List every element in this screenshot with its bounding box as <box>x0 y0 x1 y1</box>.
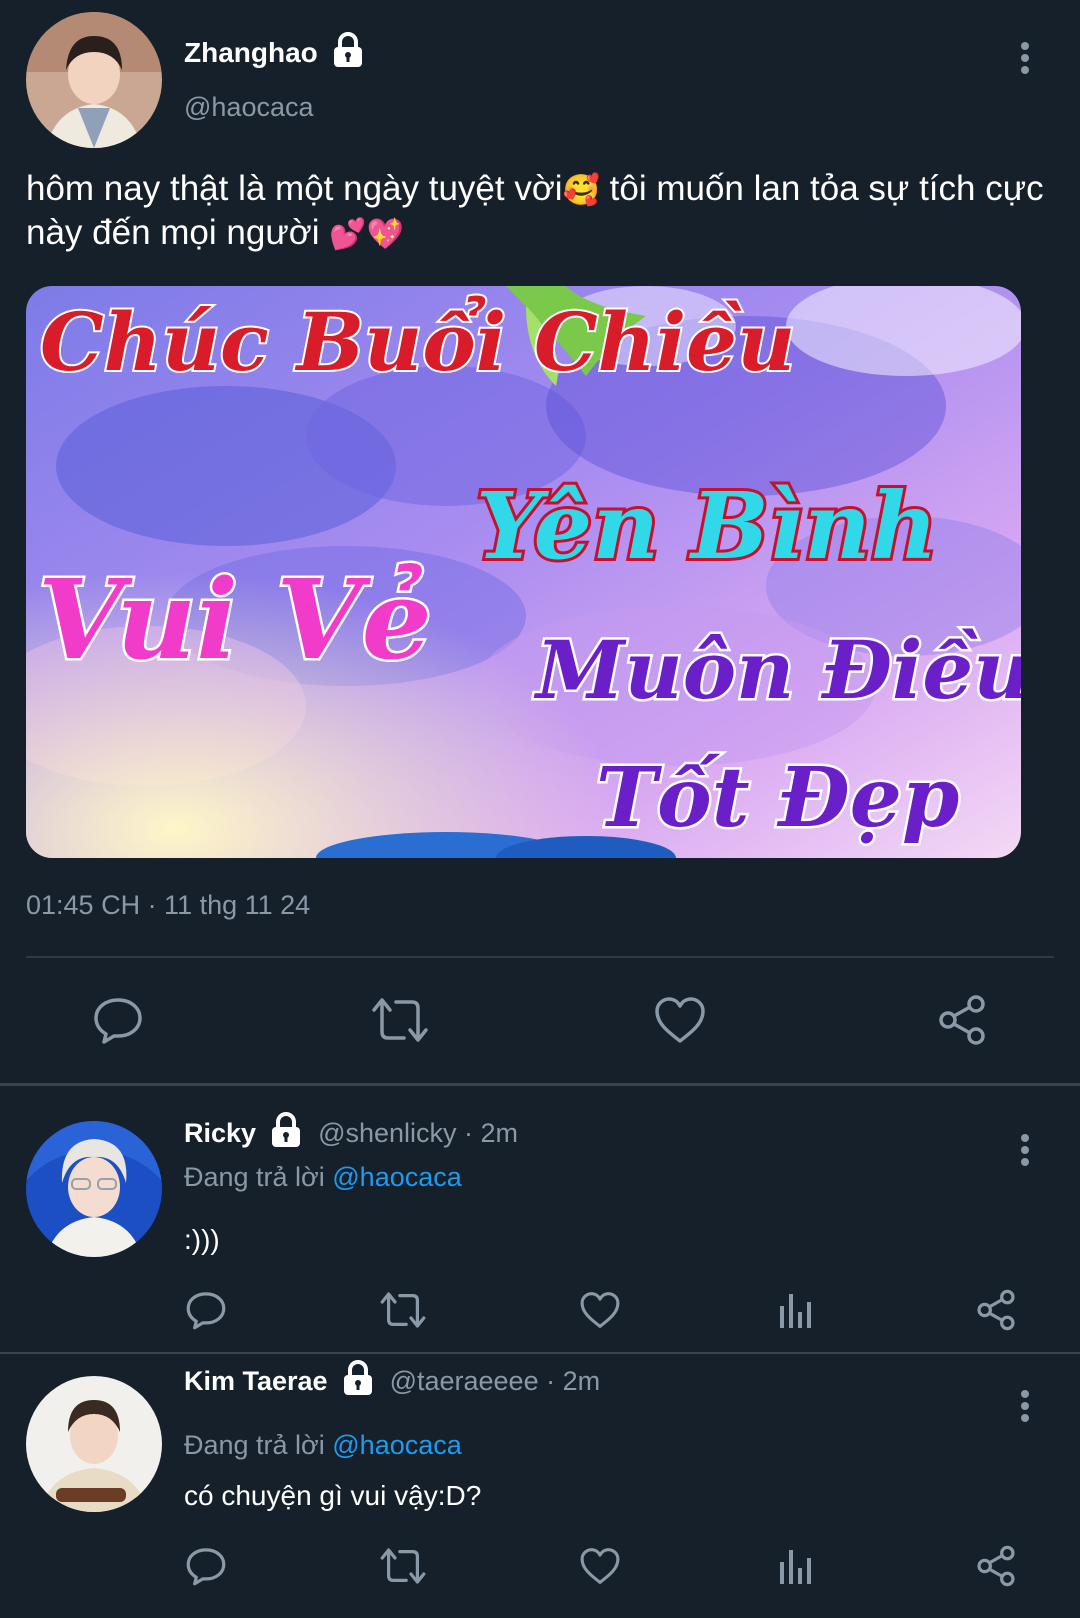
media-line2: Yên Bình <box>476 472 938 580</box>
avatar[interactable] <box>26 12 162 148</box>
share-button[interactable] <box>972 1286 1020 1334</box>
tweet-timestamp[interactable]: 01:45 CH · 11 thg 11 24 <box>26 890 310 921</box>
reply-handle-time[interactable]: @taeraeeee · 2m <box>390 1366 601 1397</box>
tweet-image[interactable]: Chúc Buổi Chiều Yên Bình Vui Vẻ Muôn Điề… <box>26 286 1021 858</box>
reply-icon <box>94 998 142 1044</box>
media-line1: Chúc Buổi Chiều <box>40 294 795 389</box>
reply-display-name[interactable]: Kim Taerae <box>184 1366 328 1397</box>
avatar[interactable] <box>26 1376 162 1512</box>
main-tweet: Zhanghao @haocaca hôm nay thật là một ng… <box>0 0 1080 1085</box>
share-button[interactable] <box>972 1542 1020 1590</box>
reply-tweet[interactable]: Ricky @shenlicky · 2m Đang trả lời @haoc… <box>0 1086 1080 1352</box>
media-line4: Muôn Điều <box>533 623 1021 717</box>
lock-icon <box>328 30 368 75</box>
author-handle[interactable]: @haocaca <box>184 92 314 123</box>
analytics-icon <box>780 1294 811 1328</box>
retweet-icon <box>380 1548 426 1584</box>
reply-tweet[interactable]: Kim Taerae @taeraeeee · 2m Đang trả lời … <box>0 1354 1080 1618</box>
reply-icon <box>186 1548 226 1586</box>
retweet-button[interactable] <box>378 1286 428 1334</box>
mention-link[interactable]: @haocaca <box>332 1162 462 1192</box>
reply-icon <box>186 1292 226 1330</box>
divider <box>26 956 1054 958</box>
tweet-actions <box>0 990 1080 1050</box>
reply-button[interactable] <box>182 1542 230 1590</box>
lock-icon <box>266 1110 306 1157</box>
author-display-name[interactable]: Zhanghao <box>184 37 318 69</box>
retweet-icon <box>380 1292 426 1328</box>
retweet-button[interactable] <box>378 1542 428 1590</box>
media-line3: Vui Vẻ <box>38 555 432 684</box>
lock-icon <box>338 1358 378 1405</box>
tweet-text: hôm nay thật là một ngày tuyệt vời🥰 tôi … <box>26 168 1056 256</box>
like-button[interactable] <box>650 990 710 1050</box>
share-icon <box>977 1289 1015 1331</box>
share-button[interactable] <box>932 990 992 1050</box>
reply-text: :))) <box>184 1224 220 1255</box>
reply-button[interactable] <box>182 1286 230 1334</box>
retweet-button[interactable] <box>368 990 432 1050</box>
media-line5: Tốt Đẹp <box>596 750 959 846</box>
analytics-button[interactable] <box>772 1286 820 1334</box>
reply-button[interactable] <box>88 990 148 1050</box>
more-icon[interactable] <box>1010 1130 1040 1170</box>
tweet-text-part1: hôm nay thật là một ngày tuyệt vời <box>26 169 563 208</box>
reply-header: Kim Taerae @taeraeeee · 2m <box>184 1358 600 1405</box>
mention-link[interactable]: @haocaca <box>332 1430 462 1460</box>
more-icon[interactable] <box>1010 1386 1040 1426</box>
replying-to: Đang trả lời @haocaca <box>184 1430 462 1461</box>
like-button[interactable] <box>576 1542 624 1590</box>
reply-display-name[interactable]: Ricky <box>184 1118 256 1149</box>
share-icon <box>977 1545 1015 1587</box>
smiling-face-hearts-icon: 🥰 <box>562 173 600 208</box>
replying-to: Đang trả lời @haocaca <box>184 1162 462 1193</box>
avatar[interactable] <box>26 1121 162 1257</box>
reply-text: có chuyện gì vui vậy:D? <box>184 1480 482 1511</box>
replying-prefix: Đang trả lời <box>184 1162 333 1192</box>
like-button[interactable] <box>576 1286 624 1334</box>
tweet-detail-page: Zhanghao @haocaca hôm nay thật là một ng… <box>0 0 1080 1618</box>
analytics-icon <box>780 1550 811 1584</box>
retweet-icon <box>372 998 428 1042</box>
reply-handle-time[interactable]: @shenlicky · 2m <box>318 1118 518 1149</box>
like-icon <box>580 1292 620 1328</box>
analytics-button[interactable] <box>772 1542 820 1590</box>
share-icon <box>939 995 985 1045</box>
more-icon[interactable] <box>1010 38 1040 78</box>
hearts-icon: 💕💖 <box>329 217 404 252</box>
author-name-row: Zhanghao <box>184 30 368 75</box>
reply-header: Ricky @shenlicky · 2m <box>184 1110 518 1157</box>
like-icon <box>580 1548 620 1584</box>
like-icon <box>655 997 705 1043</box>
replying-prefix: Đang trả lời <box>184 1430 333 1460</box>
